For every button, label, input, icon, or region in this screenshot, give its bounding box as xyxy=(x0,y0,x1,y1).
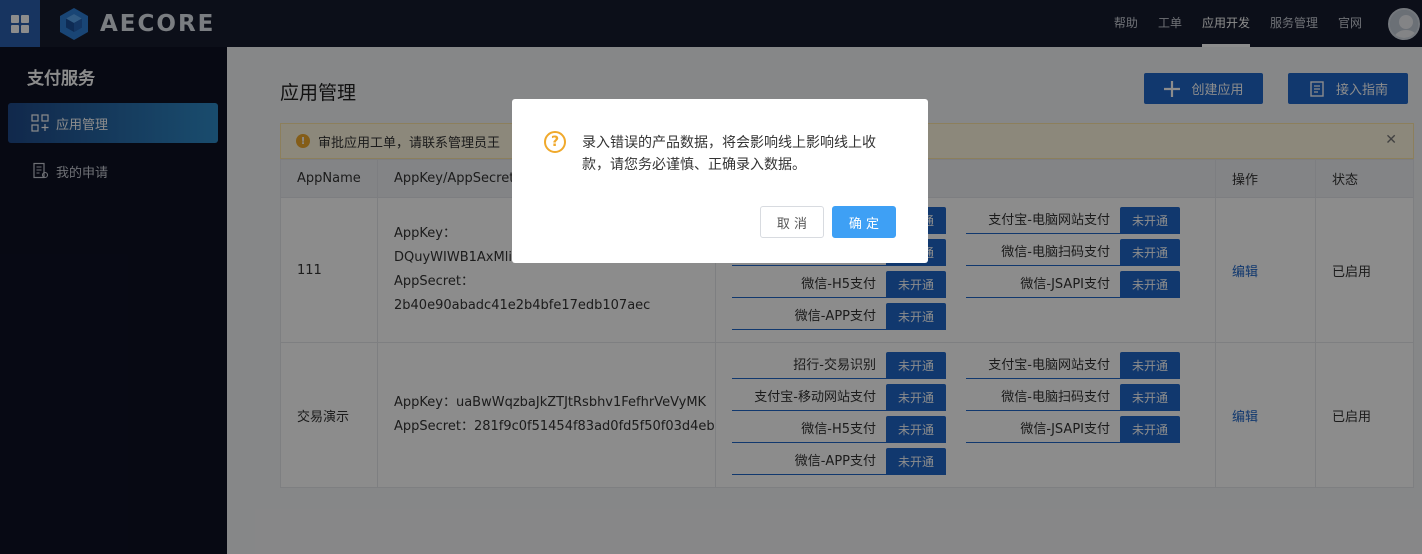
modal-overlay[interactable] xyxy=(0,0,1422,554)
confirm-button[interactable]: 确 定 xyxy=(832,206,896,238)
cancel-button[interactable]: 取 消 xyxy=(760,206,824,238)
question-icon: ? xyxy=(544,131,566,153)
dialog-message: 录入错误的产品数据，将会影响线上影响线上收款，请您务必谨慎、正确录入数据。 xyxy=(582,135,876,173)
confirm-dialog: ? 录入错误的产品数据，将会影响线上影响线上收款，请您务必谨慎、正确录入数据。 … xyxy=(512,99,928,263)
